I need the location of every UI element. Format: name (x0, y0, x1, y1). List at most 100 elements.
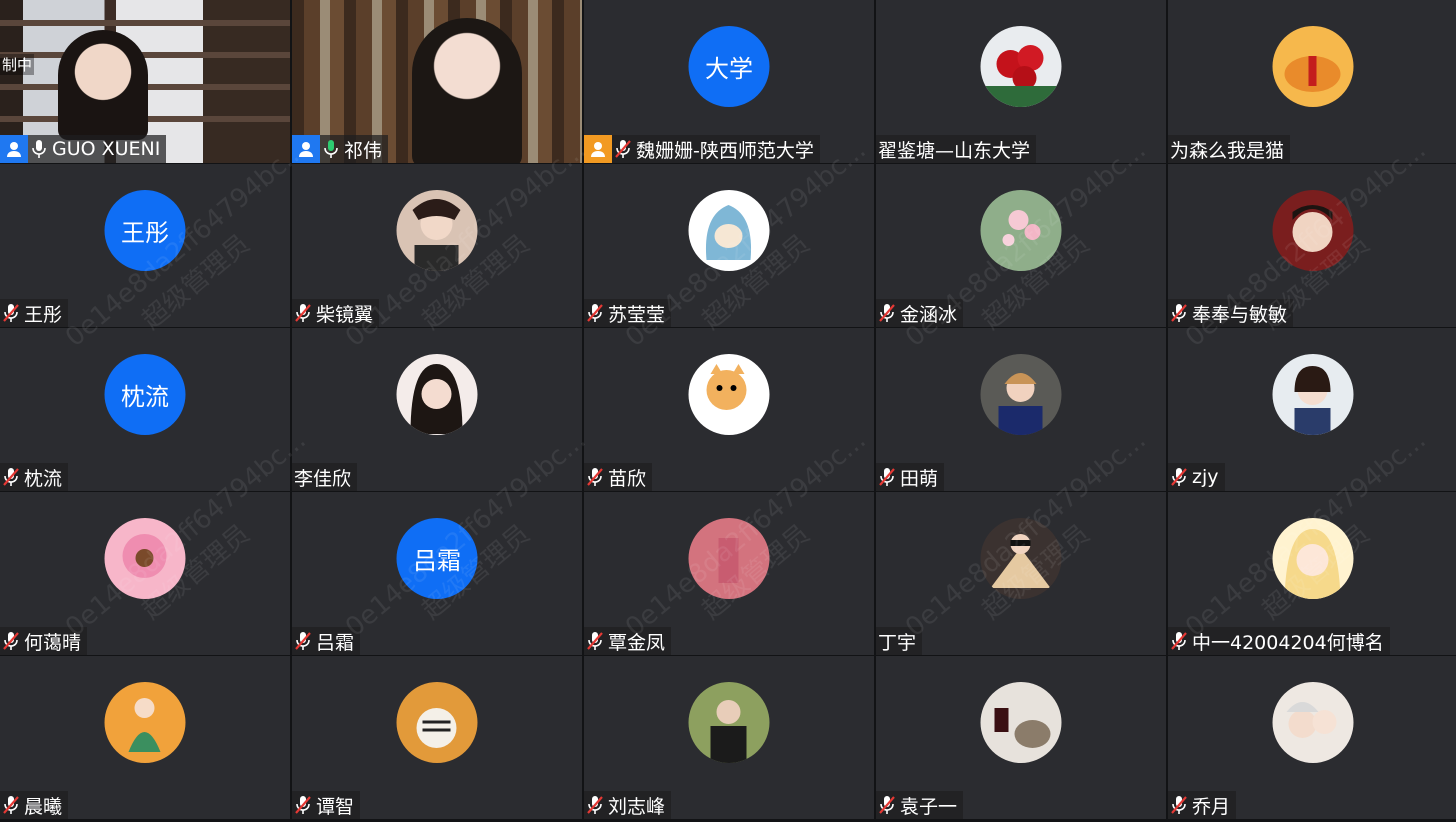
host-person-icon (292, 135, 320, 163)
participant-tile[interactable]: 翟鉴塘—山东大学 (876, 0, 1166, 163)
participant-nameplate: zjy (1168, 463, 1225, 491)
participant-tile[interactable]: 中一42004204何博名 (1168, 492, 1456, 655)
person-avatar-icon (396, 190, 478, 271)
little-girl-avatar-icon (1272, 354, 1354, 435)
mic-muted-icon[interactable] (586, 794, 604, 816)
participant-nameplate: 丁宇 (876, 627, 923, 655)
participant-nameplate: 魏姗姗-陕西师范大学 (584, 135, 820, 163)
mic-muted-icon[interactable] (614, 138, 632, 160)
initials-avatar: 大学 (688, 26, 770, 107)
participant-tile[interactable]: 苗欣 (584, 328, 874, 491)
participant-tile[interactable]: 柴镜翼 (292, 164, 582, 327)
participant-name: 覃金凤 (608, 631, 666, 654)
participant-name: 何蔼晴 (24, 631, 82, 654)
participant-name: 奉奉与敏敏 (1192, 303, 1288, 326)
wine-cat-avatar-icon (980, 682, 1062, 763)
participant-tile[interactable]: zjy (1168, 328, 1456, 491)
participant-tile[interactable]: 乔月 (1168, 656, 1456, 819)
participant-tile[interactable]: 枕流 枕流 (0, 328, 290, 491)
mic-muted-icon[interactable] (586, 630, 604, 652)
lady-illustration-avatar-icon (104, 682, 186, 763)
bookshelf-decoration (0, 20, 290, 26)
participant-name: 中一42004204何博名 (1192, 631, 1384, 654)
participant-name: 苗欣 (608, 467, 647, 490)
participant-tile[interactable]: 祁伟 (292, 0, 582, 163)
mic-muted-icon[interactable] (586, 466, 604, 488)
initials-avatar: 吕霜 (396, 518, 478, 599)
mic-muted-icon[interactable] (2, 630, 20, 652)
flower-avatar-icon (980, 26, 1062, 107)
participant-nameplate: 金涵冰 (876, 299, 964, 327)
participant-tile[interactable]: 刘志峰 (584, 656, 874, 819)
mic-muted-icon[interactable] (2, 794, 20, 816)
participant-tile[interactable]: 晨曦 (0, 656, 290, 819)
participant-tile[interactable]: 覃金凤 (584, 492, 874, 655)
mic-muted-icon[interactable] (1170, 302, 1188, 324)
recording-label: 制中 (0, 54, 35, 75)
tiger-avatar-icon (396, 682, 478, 763)
speaker-figure (58, 30, 148, 140)
participant-tile[interactable]: 制中 GUO XUENI (0, 0, 290, 163)
participant-name: 丁宇 (878, 631, 917, 654)
participant-name: 为森么我是猫 (1170, 139, 1285, 162)
mic-muted-icon[interactable] (1170, 466, 1188, 488)
participant-nameplate: 柴镜翼 (292, 299, 380, 327)
participant-name: 田萌 (900, 467, 939, 490)
participant-nameplate: 翟鉴塘—山东大学 (876, 135, 1037, 163)
mic-muted-icon[interactable] (2, 466, 20, 488)
mic-muted-icon[interactable] (878, 466, 896, 488)
mic-muted-icon[interactable] (294, 794, 312, 816)
cat-avatar-icon (1272, 26, 1354, 107)
participant-tile[interactable]: 丁宇 (876, 492, 1166, 655)
mic-muted-icon[interactable] (294, 630, 312, 652)
participant-name: 谭智 (316, 795, 355, 818)
mic-muted-icon[interactable] (586, 302, 604, 324)
participant-tile[interactable]: 苏莹莹 (584, 164, 874, 327)
participant-nameplate: 中一42004204何博名 (1168, 627, 1390, 655)
participant-nameplate: 何蔼晴 (0, 627, 88, 655)
participant-name: 晨曦 (24, 795, 63, 818)
participant-tile[interactable]: 金涵冰 (876, 164, 1166, 327)
participant-name: GUO XUENI (52, 138, 161, 160)
participant-nameplate: 袁子一 (876, 791, 964, 819)
participant-name: 李佳欣 (294, 467, 352, 490)
participant-tile[interactable]: 吕霜 吕霜 (292, 492, 582, 655)
mic-muted-icon[interactable] (294, 302, 312, 324)
host-person-icon (0, 135, 28, 163)
mic-muted-icon[interactable] (1170, 794, 1188, 816)
participant-tile[interactable]: 王彤 王彤 (0, 164, 290, 327)
kid-avatar-icon (980, 354, 1062, 435)
mic-on-icon[interactable] (30, 138, 48, 160)
participant-tile[interactable]: 李佳欣 (292, 328, 582, 491)
participant-tile[interactable]: 为森么我是猫 (1168, 0, 1456, 163)
man-avatar-icon (688, 682, 770, 763)
mic-muted-icon[interactable] (2, 302, 20, 324)
initials-avatar: 王彤 (104, 190, 186, 271)
participant-tile[interactable]: 大学魏姗姗-陕西师范大学 (584, 0, 874, 163)
mic-muted-icon[interactable] (1170, 630, 1188, 652)
participant-name: 柴镜翼 (316, 303, 374, 326)
mic-on-icon[interactable] (322, 138, 340, 160)
participant-nameplate: 奉奉与敏敏 (1168, 299, 1294, 327)
participant-nameplate: 为森么我是猫 (1168, 135, 1291, 163)
participant-name: 吕霜 (316, 631, 355, 654)
host-person-icon (584, 135, 612, 163)
participant-nameplate: 苗欣 (584, 463, 653, 491)
participant-name: 苏莹莹 (608, 303, 666, 326)
participant-nameplate: 李佳欣 (292, 463, 358, 491)
participant-name: 翟鉴塘—山东大学 (878, 139, 1031, 162)
participant-tile[interactable]: 奉奉与敏敏 (1168, 164, 1456, 327)
participant-nameplate: 刘志峰 (584, 791, 672, 819)
participant-tile[interactable]: 田萌 (876, 328, 1166, 491)
participant-name: 王彤 (24, 303, 63, 326)
mic-muted-icon[interactable] (878, 302, 896, 324)
participant-nameplate: 吕霜 (292, 627, 361, 655)
girl-avatar-icon (396, 354, 478, 435)
blossom-avatar-icon (980, 190, 1062, 271)
participant-tile[interactable]: 袁子一 (876, 656, 1166, 819)
participant-nameplate: GUO XUENI (0, 135, 167, 163)
participant-tile[interactable]: 何蔼晴 (0, 492, 290, 655)
mic-muted-icon[interactable] (878, 794, 896, 816)
anime-girl-avatar-icon (1272, 518, 1354, 599)
participant-tile[interactable]: 谭智 (292, 656, 582, 819)
